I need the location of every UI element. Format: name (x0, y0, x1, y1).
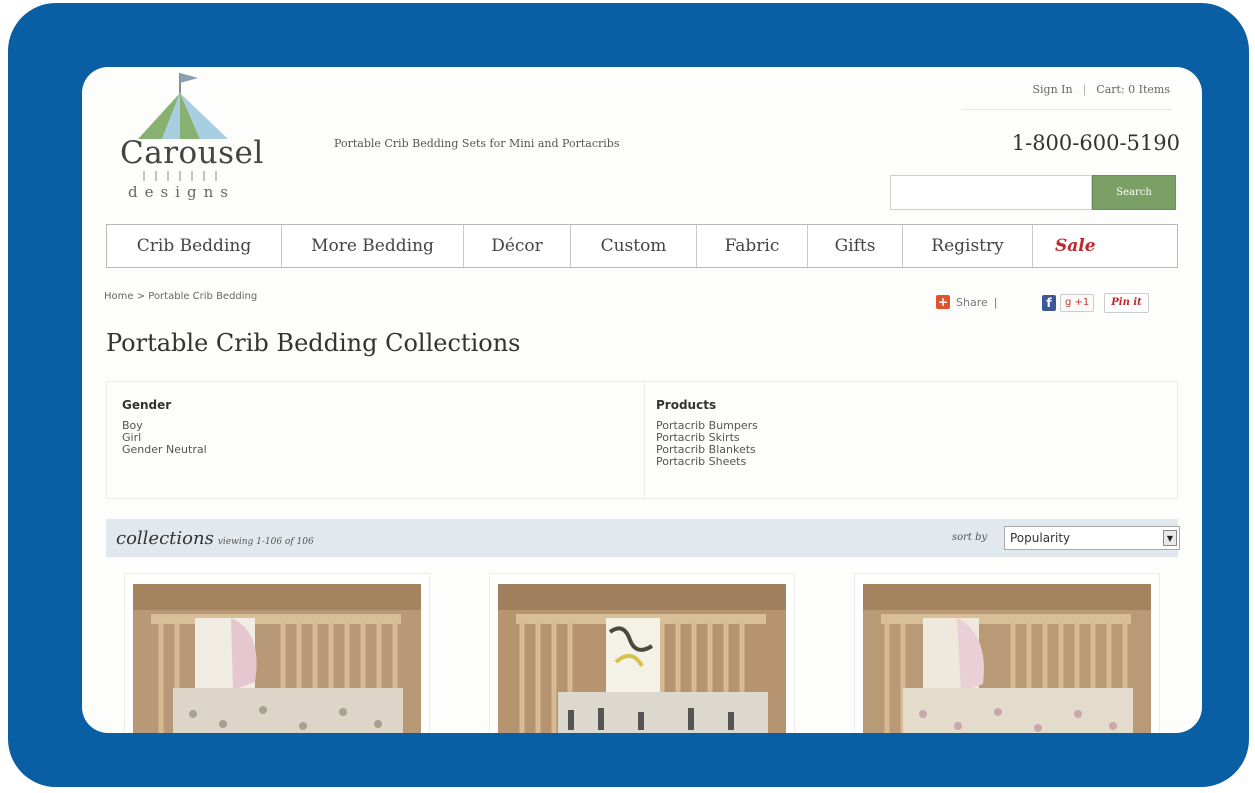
breadcrumb[interactable]: Home > Portable Crib Bedding (104, 291, 257, 302)
product-card[interactable] (854, 573, 1160, 733)
share-widget[interactable]: + Share | (936, 295, 997, 309)
crib-photo (133, 584, 421, 733)
main-nav: Crib Bedding More Bedding Décor Custom F… (106, 224, 1178, 268)
collections-bar: collections viewing 1-106 of 106 sort by … (106, 519, 1180, 557)
nav-sale[interactable]: Sale (1033, 225, 1177, 267)
nav-fabric[interactable]: Fabric (697, 225, 808, 267)
gender-filter: Gender Boy Girl Gender Neutral (122, 398, 207, 456)
nav-gifts[interactable]: Gifts (808, 225, 903, 267)
divider (644, 382, 645, 498)
chevron-down-icon[interactable]: ▼ (1163, 530, 1177, 546)
social-buttons: f g +1 Pin it (1042, 293, 1149, 313)
crib-photo (498, 584, 786, 733)
carousel-logo[interactable]: Carousel designs (100, 69, 270, 209)
google-plus-button[interactable]: g +1 (1060, 294, 1095, 312)
util-separator: | (1082, 83, 1087, 96)
divider (106, 382, 107, 498)
product-card[interactable] (124, 573, 430, 733)
logo-wordmark: Carousel (120, 135, 264, 171)
sort-label: sort by (952, 532, 988, 543)
browser-screen: Carousel designs Portable Crib Bedding S… (82, 67, 1202, 733)
sort-select-value: Popularity (1010, 531, 1071, 545)
search-input[interactable] (890, 175, 1092, 210)
product-image[interactable] (863, 584, 1151, 733)
filter-option-sheets[interactable]: Portacrib Sheets (656, 456, 758, 468)
filter-panel: Gender Boy Girl Gender Neutral Products … (106, 381, 1178, 499)
product-image[interactable] (498, 584, 786, 733)
nav-crib-bedding[interactable]: Crib Bedding (107, 225, 282, 267)
nav-decor[interactable]: Décor (464, 225, 571, 267)
logo-subtitle: designs (128, 183, 235, 201)
phone-number: 1-800-600-5190 (1011, 131, 1180, 155)
divider (962, 109, 1172, 110)
site-tagline: Portable Crib Bedding Sets for Mini and … (334, 137, 620, 150)
share-separator: | (993, 295, 998, 309)
gplus-count: +1 (1074, 297, 1090, 308)
product-card[interactable] (489, 573, 795, 733)
products-filter-title: Products (656, 398, 717, 412)
sort-select[interactable]: Popularity ▼ (1004, 526, 1180, 550)
product-image[interactable] (133, 584, 421, 733)
gender-filter-title: Gender (122, 398, 172, 412)
filter-option-gender-neutral[interactable]: Gender Neutral (122, 444, 207, 456)
collections-heading: collections viewing 1-106 of 106 (116, 528, 314, 549)
page-title: Portable Crib Bedding Collections (106, 329, 521, 357)
pinterest-button[interactable]: Pin it (1104, 293, 1149, 313)
crib-photo (863, 584, 1151, 733)
device-frame: Carousel designs Portable Crib Bedding S… (8, 3, 1249, 787)
divider (1177, 382, 1178, 498)
utility-links: Sign In | Cart: 0 Items (1032, 83, 1170, 96)
collections-title: collections (116, 528, 214, 549)
sign-in-link[interactable]: Sign In (1032, 83, 1072, 96)
products-filter: Products Portacrib Bumpers Portacrib Ski… (656, 398, 758, 468)
collections-count: viewing 1-106 of 106 (217, 537, 314, 547)
nav-custom[interactable]: Custom (571, 225, 697, 267)
plus-icon: + (936, 295, 950, 309)
share-label[interactable]: Share (956, 296, 988, 309)
nav-registry[interactable]: Registry (903, 225, 1033, 267)
search-button[interactable]: Search (1092, 175, 1176, 210)
nav-more-bedding[interactable]: More Bedding (282, 225, 464, 267)
cart-link[interactable]: Cart: 0 Items (1096, 83, 1170, 96)
facebook-icon[interactable]: f (1042, 295, 1056, 311)
